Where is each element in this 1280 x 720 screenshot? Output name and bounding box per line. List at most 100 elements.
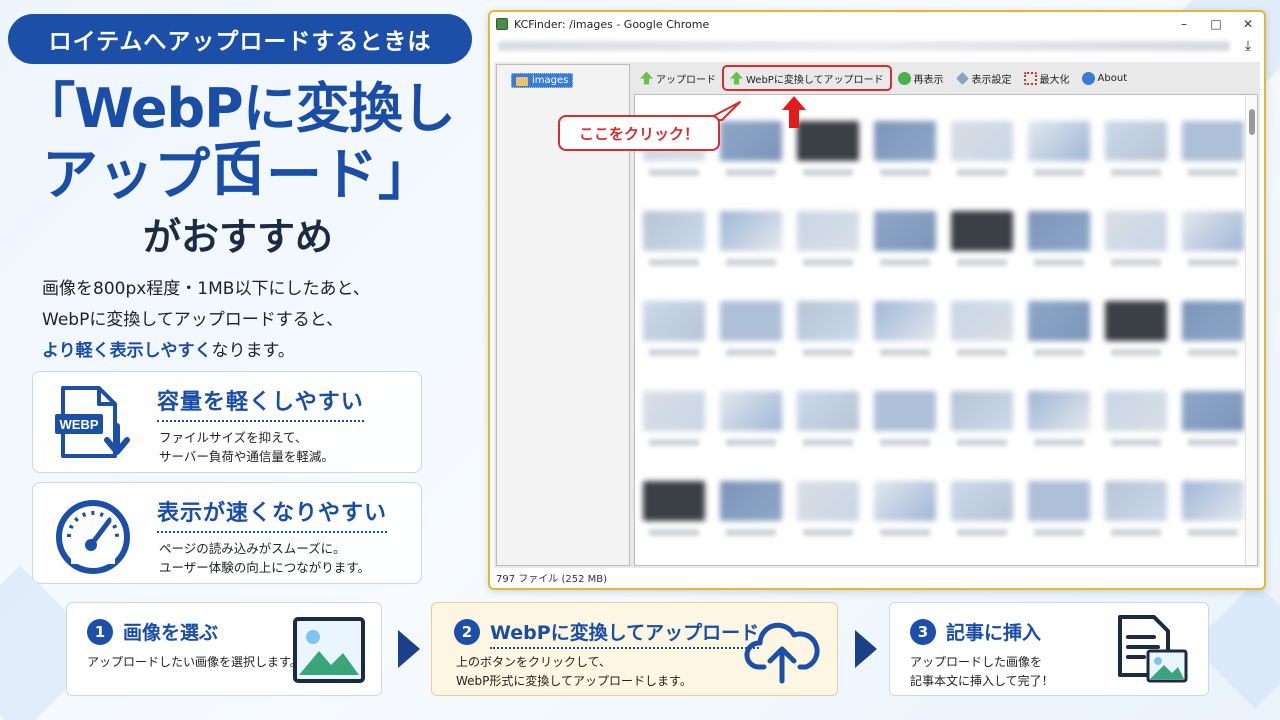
scrollbar-thumb[interactable] (1249, 109, 1255, 135)
window-title: KCFinder: /images - Google Chrome (514, 17, 710, 31)
thumbnail-item[interactable] (1182, 105, 1249, 195)
thumbnail-item[interactable] (874, 195, 941, 285)
step-number: 2 (454, 619, 480, 645)
step-desc: アップロードした画像を 記事本文に挿入して完了！ (910, 653, 1054, 691)
thumbnail-caption (1188, 169, 1238, 176)
thumbnail-item[interactable] (1028, 375, 1095, 465)
thumbnail-item[interactable] (797, 375, 864, 465)
refresh-label: 再表示 (913, 74, 944, 86)
view-settings-label: 表示設定 (971, 74, 1012, 86)
thumbnail-item[interactable] (1105, 465, 1172, 555)
step-number: 1 (87, 619, 113, 645)
intro-line3: より軽く表示しやすくなります。 (42, 336, 442, 367)
thumbnail-item[interactable] (643, 195, 710, 285)
thumbnail-image (643, 211, 705, 251)
url-field-blurred[interactable] (498, 41, 1230, 51)
thumbnail-item[interactable] (1182, 465, 1249, 555)
browser-window: KCFinder: /images - Google Chrome – □ ✕ … (488, 10, 1266, 590)
close-icon[interactable]: ✕ (1232, 17, 1264, 31)
about-button[interactable]: About (1076, 65, 1134, 91)
thumbnail-item[interactable] (643, 465, 710, 555)
status-bar-text: 797 ファイル (252 MB) (496, 574, 608, 585)
thumbnail-item[interactable] (1028, 105, 1095, 195)
thumbnail-item[interactable] (1028, 195, 1095, 285)
upload-button[interactable]: アップロード (634, 65, 722, 91)
thumbnail-item[interactable] (1182, 195, 1249, 285)
thumbnail-caption (1034, 349, 1084, 356)
thumbnail-caption (1188, 349, 1238, 356)
step-card-3: 3 記事に挿入 アップロードした画像を 記事本文に挿入して完了！ (889, 602, 1209, 696)
thumbnail-image (1105, 121, 1167, 161)
thumbnail-caption (726, 169, 776, 176)
tree-folder-images[interactable]: images (511, 73, 574, 88)
webp-upload-button[interactable]: WebPに変換してアップロード (722, 65, 892, 91)
feature-title: 表示が速くなりやすい (157, 495, 388, 533)
thumbnail-item[interactable] (643, 285, 710, 375)
thumbnail-caption (803, 169, 853, 176)
thumbnail-item[interactable] (797, 465, 864, 555)
thumbnail-item[interactable] (951, 465, 1018, 555)
thumbnail-caption (1188, 529, 1238, 536)
thumbnail-image (797, 121, 859, 161)
thumbnail-item[interactable] (720, 285, 787, 375)
thumbnail-item[interactable] (1105, 195, 1172, 285)
step-number: 3 (910, 619, 936, 645)
thumbnail-item[interactable] (874, 285, 941, 375)
thumbnail-caption (957, 349, 1007, 356)
thumbnail-item[interactable] (720, 465, 787, 555)
thumbnail-item[interactable] (1182, 285, 1249, 375)
maximize-icon[interactable]: □ (1200, 17, 1232, 31)
thumbnail-item[interactable] (1028, 285, 1095, 375)
thumbnail-item[interactable] (951, 105, 1018, 195)
thumbnail-item[interactable] (720, 375, 787, 465)
thumbnail-item[interactable] (643, 375, 710, 465)
thumbnail-item[interactable] (1105, 105, 1172, 195)
thumbnail-item[interactable] (797, 105, 864, 195)
feature-desc-line: サーバー負荷や通信量を軽減。 (159, 449, 334, 464)
thumbnail-caption (957, 169, 1007, 176)
intro-line1: 画像を800px程度・1MB以下にしたあと、 (42, 279, 370, 299)
thumbnail-caption (726, 349, 776, 356)
address-bar: ⤓ (490, 36, 1264, 56)
tree-folder-label: images (532, 75, 569, 86)
feature-desc-line: ユーザー体験の向上につながります。 (159, 560, 371, 575)
download-icon[interactable]: ⤓ (1240, 38, 1256, 54)
thumbnail-image (797, 301, 859, 341)
refresh-button[interactable]: 再表示 (892, 65, 950, 91)
step-title: 記事に挿入 (946, 622, 1042, 644)
intro-emphasis: より軽く表示しやすく (42, 341, 212, 361)
thumbnail-item[interactable] (951, 195, 1018, 285)
view-settings-button[interactable]: 表示設定 (950, 65, 1018, 91)
thumbnail-item[interactable] (797, 195, 864, 285)
thumbnail-caption (649, 439, 699, 446)
thumbnail-caption (880, 169, 930, 176)
thumbnail-item[interactable] (951, 285, 1018, 375)
thumbnail-caption (1188, 259, 1238, 266)
scrollbar[interactable] (1245, 95, 1257, 565)
thumbnail-image (720, 481, 782, 521)
step-title: 画像を選ぶ (123, 622, 219, 644)
step-desc-line: 上のボタンをクリックして、 (456, 655, 612, 669)
thumbnail-item[interactable] (1028, 465, 1095, 555)
thumbnail-item[interactable] (1105, 375, 1172, 465)
thumbnail-image (1028, 481, 1090, 521)
minimize-icon[interactable]: – (1168, 17, 1200, 31)
banner-pill: ロイテムへアップロードするときは (8, 14, 472, 64)
upload-arrow-icon (730, 71, 743, 85)
thumbnail-item[interactable] (874, 465, 941, 555)
thumbnail-image (1182, 121, 1244, 161)
thumbnail-item[interactable] (874, 375, 941, 465)
thumbnail-caption (1034, 439, 1084, 446)
thumbnail-item[interactable] (720, 195, 787, 285)
maximize-button[interactable]: 最大化 (1018, 65, 1076, 91)
thumbnail-item[interactable] (874, 105, 941, 195)
thumbnail-grid (643, 105, 1249, 555)
thumbnail-image (874, 391, 936, 431)
window-titlebar: KCFinder: /images - Google Chrome – □ ✕ (490, 12, 1264, 36)
thumbnail-item[interactable] (797, 285, 864, 375)
thumbnail-caption (880, 529, 930, 536)
thumbnail-item[interactable] (1182, 375, 1249, 465)
thumbnail-item[interactable] (951, 375, 1018, 465)
thumbnail-caption (726, 259, 776, 266)
thumbnail-item[interactable] (1105, 285, 1172, 375)
